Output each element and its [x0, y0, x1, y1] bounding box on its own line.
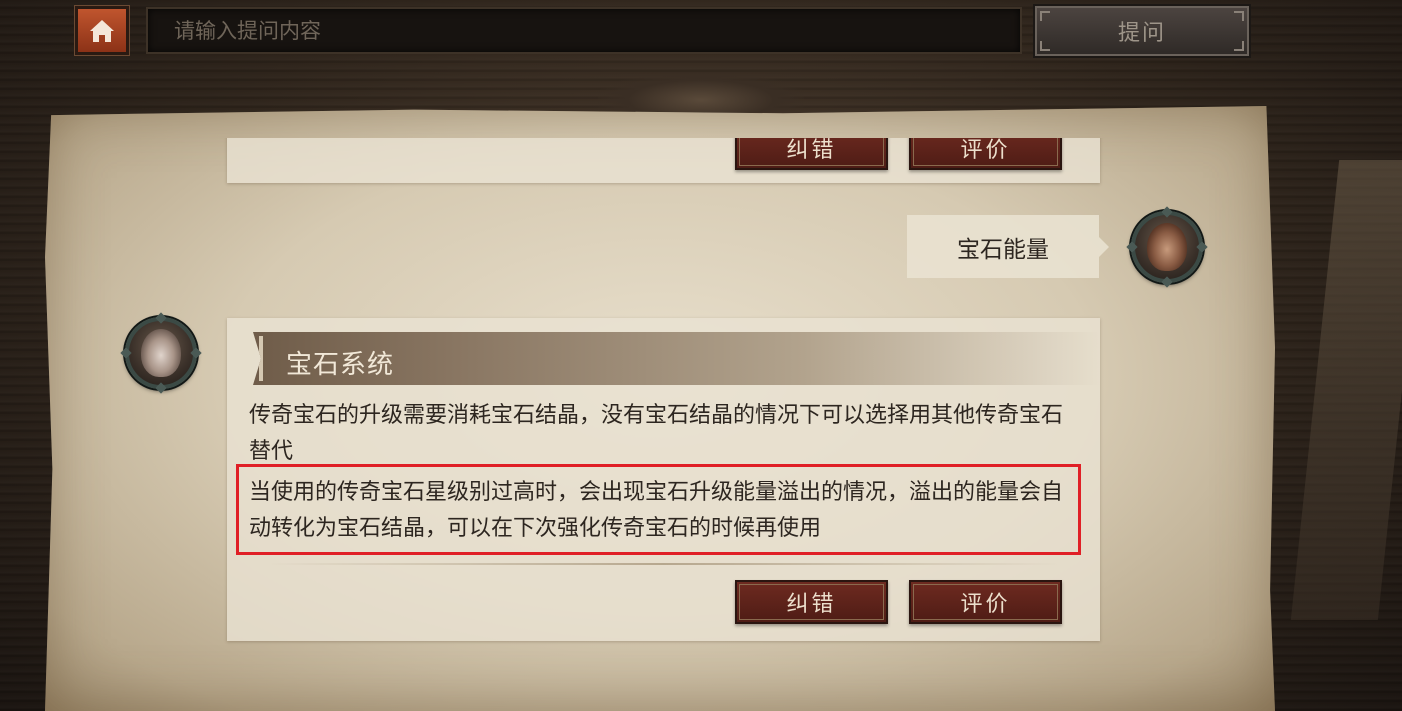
avatar-ornament	[190, 347, 202, 359]
avatar-ornament	[1126, 241, 1138, 253]
correct-button-label: 纠错	[786, 592, 837, 617]
ask-button-label: 提问	[1117, 21, 1166, 46]
search-input[interactable]	[174, 18, 1020, 43]
skull-crest-ornament	[598, 72, 804, 112]
avatar-ornament	[155, 382, 167, 394]
correct-button-label: 纠错	[786, 138, 837, 163]
corner-ornament	[1040, 11, 1050, 21]
avatar-ornament	[1161, 276, 1173, 288]
avatar-ornament	[1161, 206, 1173, 218]
answer-paragraph: 传奇宝石的升级需要消耗宝石结晶，没有宝石结晶的情况下可以选择用其他传奇宝石替代	[249, 403, 1064, 464]
assistant-portrait	[141, 329, 181, 377]
correct-button[interactable]: 纠错	[735, 580, 888, 624]
user-message-text: 宝石能量	[957, 236, 1049, 263]
user-avatar	[1126, 206, 1208, 288]
home-icon	[90, 19, 114, 42]
rate-button-label: 评价	[960, 138, 1011, 163]
avatar-ornament	[120, 347, 132, 359]
corner-ornament	[1234, 41, 1244, 51]
answer-title: 宝石系统	[286, 350, 395, 380]
answer-paragraph-highlighted: 当使用的传奇宝石星级别过高时，会出现宝石升级能量溢出的情况，溢出的能量会自动转化…	[249, 480, 1064, 541]
user-portrait	[1147, 223, 1187, 271]
rate-button[interactable]: 评价	[909, 138, 1062, 170]
answer-card: 宝石系统 传奇宝石的升级需要消耗宝石结晶，没有宝石结晶的情况下可以选择用其他传奇…	[227, 318, 1100, 641]
corner-ornament	[1040, 41, 1050, 51]
ribbon-accent	[259, 336, 263, 381]
divider	[267, 563, 1060, 565]
home-button[interactable]	[74, 5, 130, 56]
user-message-bubble: 宝石能量	[907, 215, 1109, 278]
previous-answer-card: 纠错 评价	[227, 138, 1100, 183]
rate-button-label: 评价	[960, 592, 1011, 617]
corner-ornament	[1234, 11, 1244, 21]
search-field[interactable]	[146, 7, 1022, 54]
correct-button[interactable]: 纠错	[735, 138, 888, 170]
chat-scroll-area[interactable]: 纠错 评价 宝石能量 宝石系统 传奇宝石的升级需要消耗宝石结晶，没有宝石结晶的情…	[45, 138, 1275, 711]
rate-button[interactable]: 评价	[909, 580, 1062, 624]
avatar-ornament	[1196, 241, 1208, 253]
avatar-ornament	[155, 312, 167, 324]
ask-button[interactable]: 提问	[1033, 4, 1251, 58]
answer-title-ribbon: 宝石系统	[253, 332, 1100, 385]
assistant-avatar	[120, 312, 202, 394]
